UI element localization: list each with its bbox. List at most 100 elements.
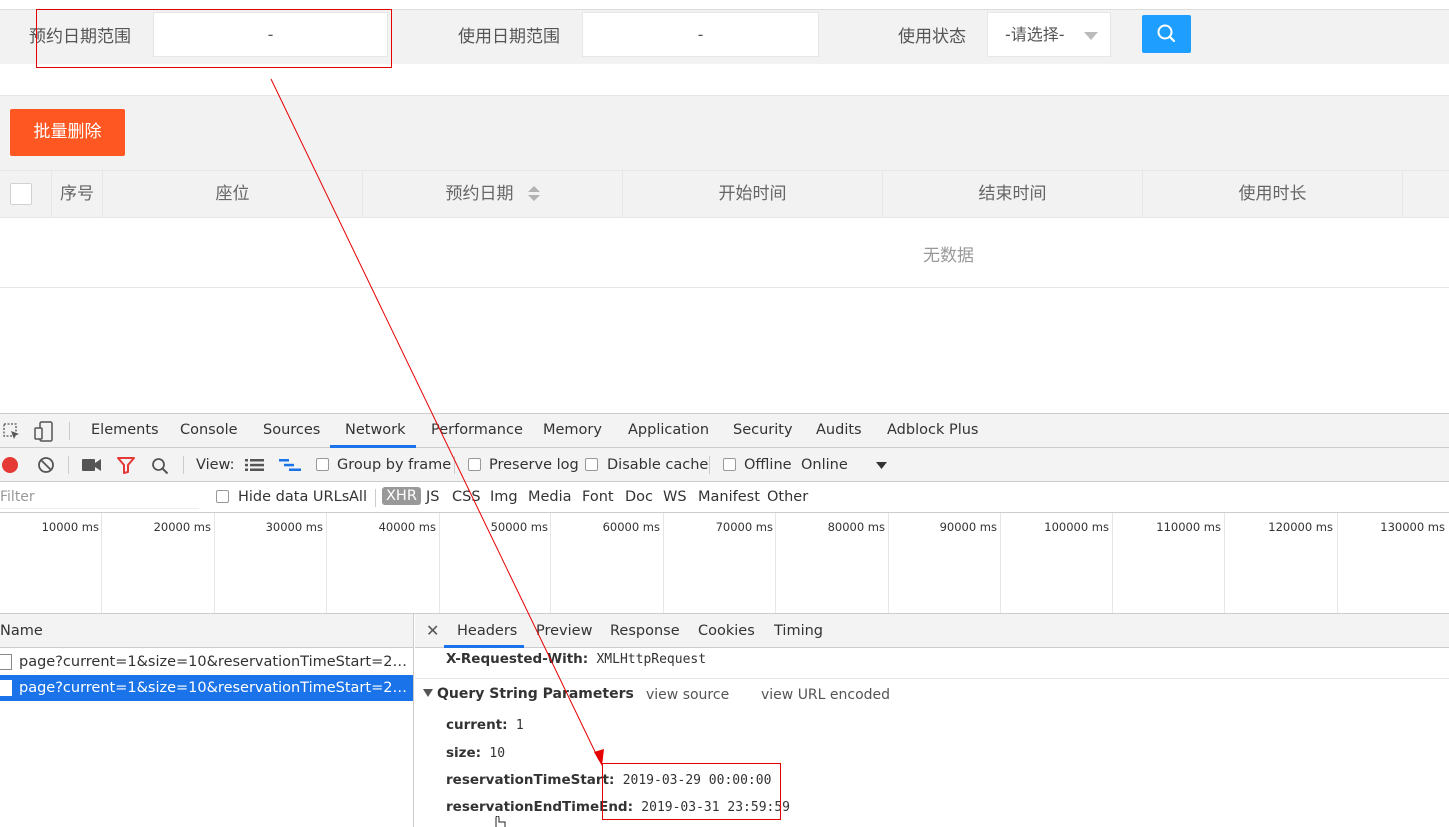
select-all-checkbox[interactable] [10, 183, 32, 205]
tab-elements[interactable]: Elements [91, 422, 159, 438]
view-url-encoded-link[interactable]: view URL encoded [761, 687, 890, 703]
reservation-date-range-input[interactable]: - [153, 12, 388, 57]
column-header-reservation-date-label: 预约日期 [445, 184, 514, 204]
device-toolbar-icon[interactable] [33, 421, 55, 443]
query-string-section-header[interactable]: Query String Parameters [423, 686, 634, 702]
large-rows-icon[interactable] [245, 458, 264, 472]
preserve-log-checkbox[interactable] [468, 458, 481, 471]
use-date-label: 使用日期范围 [458, 27, 560, 47]
close-icon[interactable]: ✕ [426, 621, 439, 640]
table-header: 序号 座位 预约日期 开始时间 结束时间 使用时长 [0, 170, 1449, 218]
filter-input[interactable]: Filter [0, 486, 199, 509]
column-header-reservation-date[interactable]: 预约日期 [363, 171, 623, 217]
filter-type-manifest[interactable]: Manifest [698, 489, 760, 505]
timeline-tick: 100000 ms [1044, 520, 1109, 534]
timeline-tick: 70000 ms [715, 520, 773, 534]
toolbar-separator [454, 456, 455, 474]
tab-network[interactable]: Network [345, 422, 406, 438]
tab-sources[interactable]: Sources [263, 422, 320, 438]
filter-type-css[interactable]: CSS [452, 489, 481, 505]
filter-type-all[interactable]: All [349, 489, 367, 505]
timeline-overview[interactable]: 10000 ms 20000 ms 30000 ms 40000 ms 5000… [0, 513, 1449, 614]
timeline-gridline [1224, 513, 1225, 613]
column-header-start-time: 开始时间 [623, 171, 883, 217]
chevron-down-icon[interactable] [876, 462, 887, 470]
name-column-header[interactable]: Name [0, 614, 413, 648]
status-select[interactable]: -请选择- [987, 12, 1111, 57]
filter-type-font[interactable]: Font [582, 489, 614, 505]
tab-memory[interactable]: Memory [543, 422, 602, 438]
param-value: 2019-03-29 00:00:00 [622, 773, 772, 788]
hide-data-urls-checkbox[interactable] [216, 490, 229, 503]
sort-icon[interactable] [527, 186, 540, 202]
timeline-gridline [1337, 513, 1338, 613]
preserve-log-label: Preserve log [489, 457, 579, 473]
group-by-frame-checkbox[interactable] [316, 458, 329, 471]
chevron-down-icon [1084, 32, 1098, 40]
tab-performance[interactable]: Performance [431, 422, 523, 438]
tab-response[interactable]: Response [610, 623, 680, 639]
filter-type-js[interactable]: JS [426, 489, 439, 505]
timeline-gridline [1000, 513, 1001, 613]
use-date-range-input[interactable]: - [582, 12, 819, 57]
throttling-select[interactable]: Online [801, 457, 848, 473]
tab-console[interactable]: Console [180, 422, 238, 438]
clear-icon[interactable] [37, 456, 55, 474]
request-name: page?current=1&size=10&reservationTimeSt… [19, 654, 409, 670]
tab-timing[interactable]: Timing [774, 623, 823, 639]
view-source-link[interactable]: view source [646, 687, 729, 703]
timeline-tick: 20000 ms [153, 520, 211, 534]
waterfall-icon[interactable] [279, 458, 301, 472]
network-toolbar: View: Group by frame Preserve log Disabl… [0, 448, 1449, 482]
timeline-tick: 50000 ms [490, 520, 548, 534]
request-type-icon [0, 654, 12, 670]
header-key: X-Requested-With: [446, 651, 589, 667]
column-header-seat: 座位 [103, 171, 363, 217]
search-icon[interactable] [151, 457, 169, 475]
timeline-gridline [326, 513, 327, 613]
screenshot-camera-icon[interactable] [82, 458, 102, 472]
header-row: X-Requested-With: XMLHttpRequest [446, 651, 706, 667]
status-select-value: -请选择- [1005, 25, 1065, 44]
request-row-selected[interactable]: page?current=1&size=10&reservationTimeSt… [0, 675, 413, 701]
param-key: size: [446, 745, 482, 761]
request-row[interactable]: page?current=1&size=10&reservationTimeSt… [0, 649, 413, 675]
tab-security[interactable]: Security [733, 422, 793, 438]
filter-type-xhr[interactable]: XHR [382, 487, 421, 505]
batch-delete-button[interactable]: 批量删除 [10, 109, 125, 156]
filter-type-ws[interactable]: WS [663, 489, 687, 505]
search-button[interactable] [1142, 15, 1191, 53]
tab-headers[interactable]: Headers [457, 623, 517, 639]
filter-type-media[interactable]: Media [528, 489, 572, 505]
search-icon [1157, 24, 1176, 43]
timeline-gridline [550, 513, 551, 613]
inspect-element-icon[interactable] [3, 423, 21, 441]
param-row: current: 1 [446, 717, 524, 733]
timeline-gridline [775, 513, 776, 613]
timeline-tick: 80000 ms [827, 520, 885, 534]
timeline-tick: 90000 ms [939, 520, 997, 534]
filter-type-doc[interactable]: Doc [625, 489, 653, 505]
offline-checkbox[interactable] [723, 458, 736, 471]
toolbar-separator [709, 456, 710, 474]
tab-preview[interactable]: Preview [536, 623, 592, 639]
filter-type-img[interactable]: Img [490, 489, 518, 505]
collapse-triangle-icon [423, 689, 433, 697]
param-key: reservationEndTimeEnd: [446, 799, 633, 815]
filter-type-other[interactable]: Other [767, 489, 808, 505]
tab-adblock-plus[interactable]: Adblock Plus [887, 422, 978, 438]
request-detail-pane: ✕ Headers Preview Response Cookies Timin… [415, 614, 1449, 827]
param-key: reservationTimeStart: [446, 772, 615, 788]
filter-icon[interactable] [117, 457, 135, 474]
timeline-tick: 40000 ms [378, 520, 436, 534]
disable-cache-checkbox[interactable] [585, 458, 598, 471]
tab-audits[interactable]: Audits [816, 422, 862, 438]
timeline-tick: 10000 ms [41, 520, 99, 534]
request-list: Name page?current=1&size=10&reservationT… [0, 614, 414, 827]
tab-application[interactable]: Application [628, 422, 709, 438]
request-type-icon [0, 680, 12, 696]
param-value: 10 [489, 746, 506, 761]
tab-cookies[interactable]: Cookies [698, 623, 755, 639]
record-icon[interactable] [1, 456, 19, 474]
param-key: current: [446, 717, 508, 733]
